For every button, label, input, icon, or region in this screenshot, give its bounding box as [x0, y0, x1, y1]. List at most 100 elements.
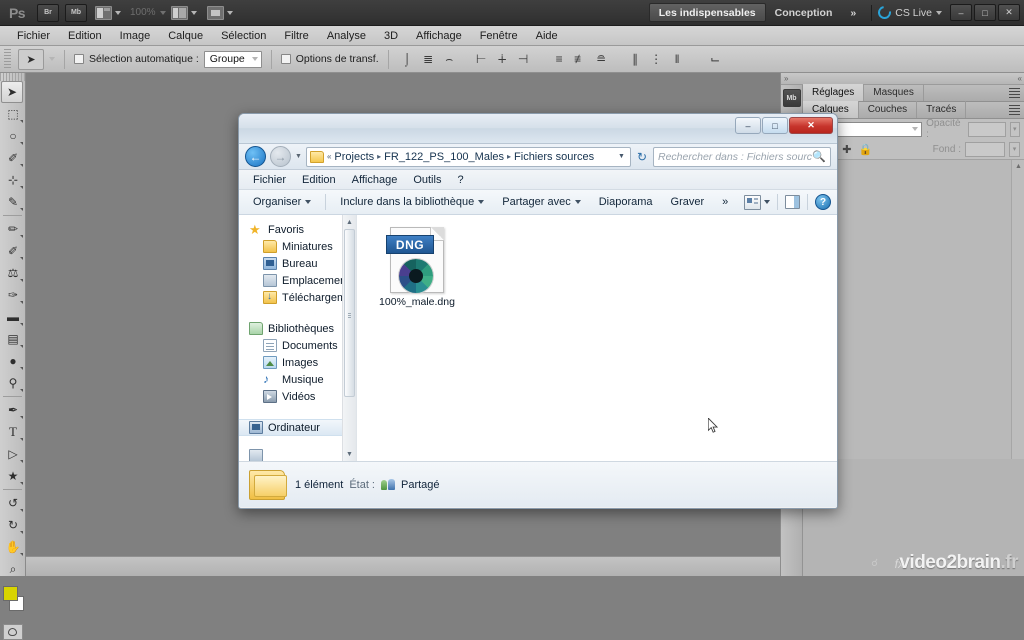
options-bar-grip[interactable]	[4, 49, 11, 69]
menu-aide[interactable]: Aide	[527, 26, 567, 46]
tool-type[interactable]: T	[1, 421, 25, 443]
tool-hand[interactable]: ✋	[1, 536, 25, 558]
view-extras-button[interactable]	[92, 4, 124, 22]
menu-fichier[interactable]: Fichier	[8, 26, 59, 46]
app-maximize-button[interactable]: □	[974, 4, 996, 21]
nav-item-musique[interactable]: Musique	[239, 371, 356, 388]
tool-dodge[interactable]: ⚲	[1, 372, 25, 394]
nav-scroll-thumb[interactable]	[344, 229, 355, 397]
nav-item-documents[interactable]: Documents	[239, 337, 356, 354]
align-vertical-centers-icon[interactable]: ≣	[419, 50, 438, 69]
burn-button[interactable]: Graver	[663, 192, 713, 213]
menu-fenetre[interactable]: Fenêtre	[471, 26, 527, 46]
nav-item-miniatures[interactable]: Miniatures	[239, 238, 356, 255]
explorer-menu-affichage[interactable]: Affichage	[344, 170, 406, 190]
menu-selection[interactable]: Sélection	[212, 26, 275, 46]
explorer-minimize-button[interactable]: –	[735, 117, 761, 134]
nav-item-images[interactable]: Images	[239, 354, 356, 371]
search-icon[interactable]: 🔍	[812, 150, 826, 163]
layers-scrollbar[interactable]: ▲	[1011, 160, 1024, 459]
app-close-button[interactable]: ✕	[998, 4, 1020, 21]
workspace-overflow-chevron[interactable]: »	[841, 3, 865, 22]
menu-analyse[interactable]: Analyse	[318, 26, 375, 46]
launch-mini-bridge-button[interactable]: Mb	[65, 3, 87, 22]
breadcrumb-chevron-down-icon[interactable]: ▼	[618, 153, 627, 160]
recent-locations-chevron-down-icon[interactable]: ▼	[295, 153, 302, 160]
help-icon[interactable]: ?	[815, 194, 831, 210]
slideshow-button[interactable]: Diaporama	[591, 192, 661, 213]
tool-marquee[interactable]: ⬚	[1, 103, 25, 125]
nav-item-partial[interactable]	[239, 447, 356, 461]
tool-3d-object-rotate[interactable]: ↺	[1, 492, 25, 514]
tool-healing-brush[interactable]: ✏	[1, 218, 25, 240]
forward-button[interactable]: →	[270, 146, 291, 167]
tool-eraser[interactable]: ▬	[1, 306, 25, 328]
change-view-chevron-down-icon[interactable]	[764, 200, 770, 204]
tab-masques[interactable]: Masques	[864, 84, 924, 101]
layers-panel-menu-icon[interactable]	[1009, 105, 1020, 115]
tab-reglages[interactable]: Réglages	[803, 84, 865, 101]
nav-item-ordinateur[interactable]: Ordinateur	[239, 419, 356, 436]
fill-field[interactable]	[965, 141, 1005, 157]
auto-align-layers-icon[interactable]: ⌙	[706, 50, 725, 69]
nav-item-clipped[interactable]	[239, 439, 356, 461]
search-input[interactable]: Rechercher dans : Fichiers sources 🔍	[653, 146, 831, 167]
app-minimize-button[interactable]: –	[950, 4, 972, 21]
lock-all-icon[interactable]: 🔒	[859, 143, 873, 156]
tool-quick-selection[interactable]: ✐	[1, 147, 25, 169]
distribute-vertical-center-icon[interactable]: ≢	[571, 50, 590, 69]
tool-shape[interactable]: ★	[1, 465, 25, 487]
tool-zoom[interactable]: ⌕	[1, 558, 25, 580]
fill-stepper[interactable]: ▾	[1009, 141, 1020, 157]
distribute-left-icon[interactable]: ∥	[626, 50, 645, 69]
preview-pane-icon[interactable]	[785, 195, 800, 209]
tool-crop[interactable]: ⊹	[1, 169, 25, 191]
tool-history-brush[interactable]: ✑	[1, 284, 25, 306]
explorer-window[interactable]: – □ ✕ ← → ▼ « Projects ▸ FR_122_PS_100_M…	[238, 113, 838, 509]
foreground-color-swatch[interactable]	[3, 586, 18, 601]
arrange-documents-button[interactable]	[168, 4, 200, 22]
change-view-icon[interactable]	[744, 194, 761, 210]
include-in-library-button[interactable]: Inclure dans la bibliothèque	[332, 192, 492, 213]
launch-bridge-button[interactable]: Br	[37, 3, 59, 22]
cs-live-button[interactable]: CS Live	[875, 3, 942, 22]
tool-pen[interactable]: ✒	[1, 399, 25, 421]
breadcrumb-separator-2[interactable]: ▸	[507, 152, 511, 161]
tool-eyedropper[interactable]: ✎	[1, 191, 25, 213]
show-transform-controls-checkbox[interactable]	[280, 54, 291, 64]
layers-scroll-up-icon[interactable]: ▲	[1012, 160, 1024, 172]
align-left-edges-icon[interactable]: ⊢	[472, 50, 491, 69]
auto-select-checkbox[interactable]	[74, 54, 84, 64]
navigation-pane[interactable]: Favoris Miniatures Bureau Emplacements r…	[239, 215, 357, 461]
explorer-maximize-button[interactable]: □	[762, 117, 788, 134]
align-right-edges-icon[interactable]: ⊣	[514, 50, 533, 69]
menu-affichage[interactable]: Affichage	[407, 26, 471, 46]
tool-gradient[interactable]: ▤	[1, 328, 25, 350]
organiser-button[interactable]: Organiser	[245, 192, 319, 213]
adjustments-panel-menu-icon[interactable]	[1009, 88, 1020, 98]
breadcrumb-fichiers-sources[interactable]: Fichiers sources	[514, 151, 594, 163]
tool-path-selection[interactable]: ▷	[1, 443, 25, 465]
align-bottom-edges-icon[interactable]: ⌢	[440, 50, 459, 69]
rail-mini-bridge-button[interactable]: Mb	[782, 89, 801, 107]
nav-item-bibliotheques[interactable]: Bibliothèques	[239, 320, 356, 337]
current-tool-icon[interactable]: ➤	[18, 48, 44, 70]
explorer-close-button[interactable]: ✕	[789, 117, 833, 134]
breadcrumb-fr-122-ps-100-males[interactable]: FR_122_PS_100_Males	[384, 151, 504, 163]
tab-couches[interactable]: Couches	[859, 101, 918, 118]
breadcrumb-overflow-icon[interactable]: «	[327, 152, 331, 161]
breadcrumb-projects[interactable]: Projects	[334, 151, 374, 163]
nav-item-emplacements-reseau[interactable]: Emplacements ré	[239, 272, 356, 289]
explorer-menu-fichier[interactable]: Fichier	[245, 170, 294, 190]
refresh-icon[interactable]: ↻	[635, 150, 649, 164]
toolbox-grip[interactable]	[0, 73, 25, 81]
align-horizontal-centers-icon[interactable]: ∔	[493, 50, 512, 69]
nav-item-telechargements[interactable]: Téléchargements	[239, 289, 356, 306]
distribute-bottom-icon[interactable]: ≘	[592, 50, 611, 69]
tool-blur[interactable]: ●	[1, 350, 25, 372]
dock-collapse-left-icon[interactable]: »	[784, 74, 788, 83]
lock-position-icon[interactable]: ✚	[842, 143, 851, 156]
tool-move[interactable]: ➤	[1, 81, 23, 103]
nav-scroll-down-icon[interactable]: ▼	[343, 447, 356, 461]
explorer-menu-aide[interactable]: ?	[449, 170, 471, 190]
